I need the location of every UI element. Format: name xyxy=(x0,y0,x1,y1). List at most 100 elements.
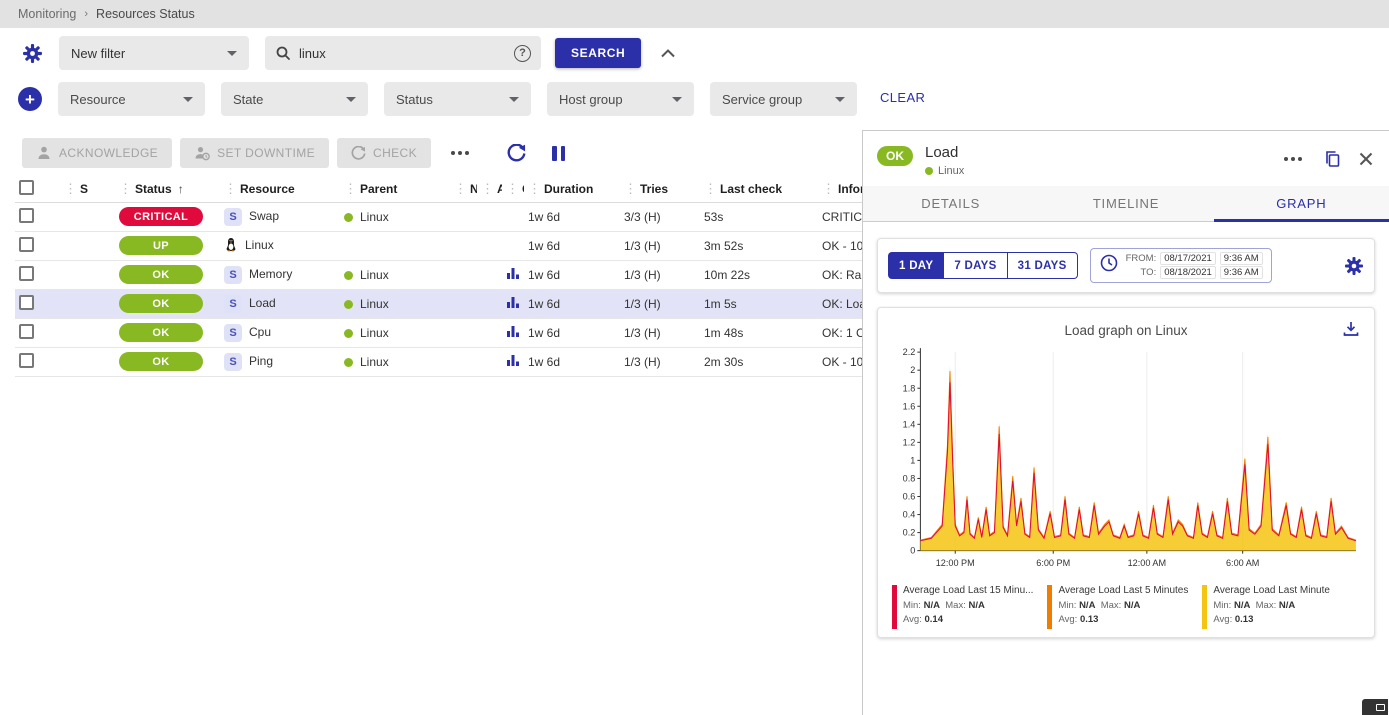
search-help-icon[interactable]: ? xyxy=(514,45,531,62)
drag-handle-icon[interactable]: ⋮ xyxy=(624,181,637,197)
tab-details[interactable]: DETAILS xyxy=(863,186,1038,221)
range-1-day-button[interactable]: 1 DAY xyxy=(888,252,944,279)
saved-filter-select[interactable]: New filter xyxy=(59,36,249,70)
set-downtime-button[interactable]: SET DOWNTIME xyxy=(180,138,329,168)
header-resource[interactable]: ⋮Resource xyxy=(220,176,340,202)
filter-settings-gear-icon[interactable] xyxy=(22,43,43,64)
header-action[interactable]: ⋮A xyxy=(477,176,502,202)
export-graph-icon[interactable] xyxy=(1342,320,1360,338)
header-tries[interactable]: ⋮Tries xyxy=(620,176,700,202)
tab-timeline[interactable]: TIMELINE xyxy=(1038,186,1213,221)
acknowledge-button[interactable]: ACKNOWLEDGE xyxy=(22,138,172,168)
drag-handle-icon[interactable]: ⋮ xyxy=(119,181,132,197)
row-checkbox[interactable] xyxy=(19,295,34,310)
breadcrumb-monitoring[interactable]: Monitoring xyxy=(18,7,76,21)
host-group-select[interactable]: Host group xyxy=(547,82,694,116)
panel-more-actions-icon[interactable] xyxy=(1280,151,1306,167)
drag-handle-icon[interactable]: ⋮ xyxy=(822,181,835,197)
from-date-value[interactable]: 08/17/2021 xyxy=(1160,252,1216,265)
header-graph[interactable]: ⋮G xyxy=(502,176,524,202)
tab-graph[interactable]: GRAPH xyxy=(1214,186,1389,221)
check-button[interactable]: CHECK xyxy=(337,138,431,168)
from-time-value[interactable]: 9:36 AM xyxy=(1220,252,1263,265)
downtime-person-clock-icon xyxy=(194,145,210,161)
svg-text:1.2: 1.2 xyxy=(903,437,916,447)
legend-item-load-15min[interactable]: Average Load Last 15 Minu... Min: N/A Ma… xyxy=(892,583,1033,629)
refresh-icon[interactable] xyxy=(507,144,526,163)
graph-chart-icon[interactable] xyxy=(506,324,520,341)
resource-type-select[interactable]: Resource xyxy=(58,82,205,116)
search-icon xyxy=(275,45,291,61)
resource-select-label: Resource xyxy=(70,92,126,107)
custom-date-range[interactable]: FROM: 08/17/2021 9:36 AM TO: 08/18/2021 … xyxy=(1090,248,1272,283)
more-actions-icon[interactable] xyxy=(447,145,473,161)
table-row[interactable]: CRITICAL SSwap Linux 1w 6d 3/3 (H) 53s C… xyxy=(15,202,862,231)
host-up-dot-icon xyxy=(344,329,353,338)
drag-handle-icon[interactable]: ⋮ xyxy=(224,181,237,197)
clear-filters-button[interactable]: CLEAR xyxy=(880,90,925,105)
select-all-header[interactable] xyxy=(15,176,60,202)
row-checkbox[interactable] xyxy=(19,353,34,368)
row-checkbox[interactable] xyxy=(19,324,34,339)
svg-text:0: 0 xyxy=(910,546,915,556)
chevron-down-icon xyxy=(509,97,519,102)
table-row[interactable]: OK SCpu Linux 1w 6d 1/3 (H) 1m 48s OK: 1… xyxy=(15,318,862,347)
load-graph-chart[interactable]: 00.20.40.60.811.21.41.61.822.212:00 PM6:… xyxy=(890,342,1362,579)
to-date-value[interactable]: 08/18/2021 xyxy=(1160,266,1216,279)
status-badge: OK xyxy=(119,265,203,284)
drag-handle-icon[interactable]: ⋮ xyxy=(704,181,717,197)
svg-text:6:00 PM: 6:00 PM xyxy=(1036,558,1070,568)
select-all-checkbox[interactable] xyxy=(19,180,34,195)
table-row[interactable]: OK SMemory Linux 1w 6d 1/3 (H) 10m 22s O… xyxy=(15,260,862,289)
row-checkbox[interactable] xyxy=(19,237,34,252)
svg-text:1.6: 1.6 xyxy=(903,401,916,411)
table-row[interactable]: UP Linux 1w 6d 1/3 (H) 3m 52s OK - 10 xyxy=(15,231,862,260)
header-status[interactable]: ⋮Status↑ xyxy=(115,176,220,202)
header-severity[interactable]: ⋮S xyxy=(60,176,115,202)
header-parent[interactable]: ⋮Parent xyxy=(340,176,450,202)
service-group-select[interactable]: Service group xyxy=(710,82,857,116)
drag-handle-icon[interactable]: ⋮ xyxy=(481,181,494,197)
to-label: TO: xyxy=(1126,267,1157,278)
close-panel-icon[interactable] xyxy=(1359,152,1373,166)
svg-text:0.2: 0.2 xyxy=(903,528,916,538)
svg-text:0.8: 0.8 xyxy=(903,473,916,483)
picture-in-picture-icon[interactable] xyxy=(1362,699,1388,715)
graph-chart-icon[interactable] xyxy=(506,295,520,312)
breadcrumb-resources-status[interactable]: Resources Status xyxy=(96,7,195,21)
header-duration[interactable]: ⋮Duration xyxy=(524,176,620,202)
legend-item-load-5min[interactable]: Average Load Last 5 Minutes Min: N/A Max… xyxy=(1047,583,1188,629)
row-checkbox[interactable] xyxy=(19,266,34,281)
to-time-value[interactable]: 9:36 AM xyxy=(1220,266,1263,279)
drag-handle-icon[interactable]: ⋮ xyxy=(506,181,519,197)
status-select[interactable]: Status xyxy=(384,82,531,116)
drag-handle-icon[interactable]: ⋮ xyxy=(344,181,357,197)
search-box[interactable]: ? xyxy=(265,36,541,70)
collapse-filters-chevron-up-icon[interactable] xyxy=(661,49,675,58)
table-row-selected[interactable]: OK SLoad Linux 1w 6d 1/3 (H) 1m 5s OK: L… xyxy=(15,289,862,318)
copy-link-icon[interactable] xyxy=(1324,150,1341,168)
legend-item-load-1min[interactable]: Average Load Last Minute Min: N/A Max: N… xyxy=(1202,583,1330,629)
graph-settings-gear-icon[interactable] xyxy=(1344,256,1364,276)
svg-text:12:00 AM: 12:00 AM xyxy=(1128,558,1167,568)
drag-handle-icon[interactable]: ⋮ xyxy=(64,181,77,197)
search-input[interactable] xyxy=(299,46,506,61)
legend-color-bar xyxy=(1202,585,1207,629)
header-notes[interactable]: ⋮N xyxy=(450,176,477,202)
drag-handle-icon[interactable]: ⋮ xyxy=(528,181,541,197)
drag-handle-icon[interactable]: ⋮ xyxy=(454,181,467,197)
panel-status-badge: OK xyxy=(877,146,913,166)
add-criteria-button[interactable]: + xyxy=(18,87,42,111)
state-select[interactable]: State xyxy=(221,82,368,116)
header-information[interactable]: ⋮Information xyxy=(818,176,862,202)
row-checkbox[interactable] xyxy=(19,208,34,223)
table-row[interactable]: OK SPing Linux 1w 6d 1/3 (H) 2m 30s OK -… xyxy=(15,347,862,376)
pause-icon[interactable] xyxy=(550,144,567,163)
svg-text:6:00 AM: 6:00 AM xyxy=(1226,558,1259,568)
graph-chart-icon[interactable] xyxy=(506,353,520,370)
header-last-check[interactable]: ⋮Last check xyxy=(700,176,818,202)
range-7-days-button[interactable]: 7 DAYS xyxy=(944,252,1007,279)
search-button[interactable]: SEARCH xyxy=(555,38,641,68)
range-31-days-button[interactable]: 31 DAYS xyxy=(1008,252,1078,279)
graph-chart-icon[interactable] xyxy=(506,266,520,283)
